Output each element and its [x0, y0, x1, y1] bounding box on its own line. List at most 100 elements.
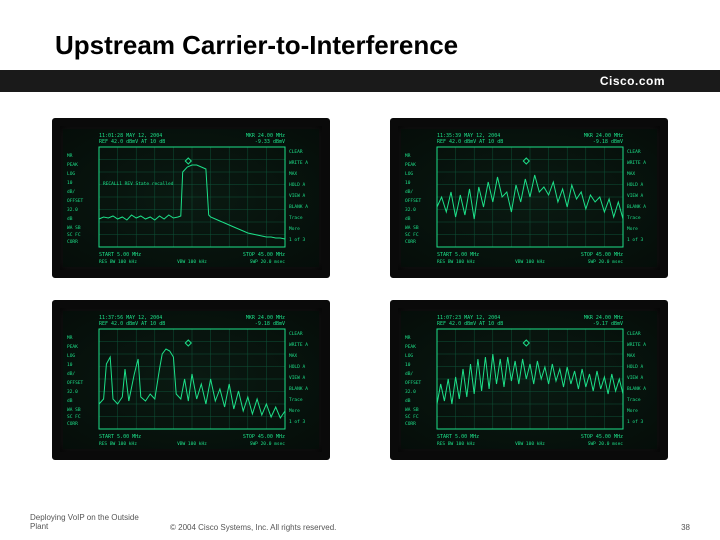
svg-text:BLANK A: BLANK A — [289, 386, 308, 392]
svg-text:LOG: LOG — [67, 171, 75, 177]
svg-text:LOG: LOG — [67, 353, 75, 359]
svg-text:MR: MR — [405, 153, 411, 159]
svg-text:VIEW A: VIEW A — [289, 193, 306, 199]
svg-text:-9.18 dBmV: -9.18 dBmV — [593, 139, 623, 145]
svg-text:SC FC: SC FC — [67, 232, 81, 238]
svg-text:VBW 100 kHz: VBW 100 kHz — [177, 441, 207, 447]
svg-text:More: More — [289, 226, 300, 232]
svg-text:-9.18 dBmV: -9.18 dBmV — [255, 321, 285, 327]
svg-text:STOP 45.00 MHz: STOP 45.00 MHz — [581, 434, 623, 440]
svg-text:VIEW A: VIEW A — [627, 375, 644, 381]
svg-text:RES BW 100 kHz: RES BW 100 kHz — [437, 441, 475, 447]
svg-text:32.0: 32.0 — [67, 389, 78, 395]
svg-text:START 5.00 MHz: START 5.00 MHz — [437, 252, 479, 258]
svg-text:dB: dB — [405, 216, 411, 222]
svg-text:START 5.00 MHz: START 5.00 MHz — [437, 434, 479, 440]
svg-text:HOLD A: HOLD A — [627, 364, 644, 370]
analyzer-screen: 11:07:23 MAY 12, 2004MKR 24.00 MHzREF 42… — [401, 311, 657, 449]
svg-text:HOLD A: HOLD A — [289, 182, 306, 188]
svg-text:OFFSET: OFFSET — [67, 198, 84, 204]
svg-text:PEAK: PEAK — [67, 162, 78, 168]
svg-text:REF 42.0 dBmV AT 10 dB: REF 42.0 dBmV AT 10 dB — [437, 321, 503, 327]
svg-text:STOP 45.00 MHz: STOP 45.00 MHz — [243, 434, 285, 440]
svg-text:VIEW A: VIEW A — [627, 193, 644, 199]
cisco-logo: Cisco.com — [600, 74, 665, 88]
svg-text:WRITE A: WRITE A — [289, 160, 308, 166]
svg-text:REF 42.0 dBmV AT 10 dB: REF 42.0 dBmV AT 10 dB — [99, 321, 165, 327]
svg-text:WRITE A: WRITE A — [627, 342, 646, 348]
analyzer-grid: 11:01:28 MAY 12, 2004MKR 24.00 MHzREF 42… — [0, 118, 720, 460]
svg-text:dB/: dB/ — [67, 189, 75, 195]
svg-text:WA SB: WA SB — [67, 407, 81, 413]
svg-text:MAX: MAX — [627, 353, 635, 359]
svg-text:STOP 45.00 MHz: STOP 45.00 MHz — [243, 252, 285, 258]
svg-text:CORR: CORR — [67, 421, 78, 427]
svg-text:10: 10 — [405, 180, 411, 186]
svg-text:-9.33 dBmV: -9.33 dBmV — [255, 139, 285, 145]
svg-text:-9.17 dBmV: -9.17 dBmV — [593, 321, 623, 327]
svg-text:VBW 100 kHz: VBW 100 kHz — [177, 259, 207, 265]
slide-footer: Deploying VoIP on the Outside Plant © 20… — [30, 513, 690, 532]
svg-text:SWP 20.0 msec: SWP 20.0 msec — [250, 259, 286, 265]
svg-text:PEAK: PEAK — [405, 162, 416, 168]
svg-text:BLANK A: BLANK A — [627, 204, 646, 210]
svg-text:OFFSET: OFFSET — [405, 380, 422, 386]
svg-text:SC FC: SC FC — [67, 414, 81, 420]
svg-text:SWP 20.0 msec: SWP 20.0 msec — [250, 441, 286, 447]
svg-text:1 of 3: 1 of 3 — [627, 419, 644, 425]
svg-text:RES BW 100 kHz: RES BW 100 kHz — [99, 441, 137, 447]
svg-text:Trace: Trace — [289, 215, 303, 221]
svg-text:CLEAR: CLEAR — [289, 149, 303, 155]
svg-text:MR: MR — [405, 335, 411, 341]
svg-text:Trace: Trace — [627, 215, 641, 221]
svg-text:10: 10 — [67, 362, 73, 368]
analyzer-screen: 11:01:28 MAY 12, 2004MKR 24.00 MHzREF 42… — [63, 129, 319, 267]
svg-text:1 of 3: 1 of 3 — [289, 419, 306, 425]
svg-text:CLEAR: CLEAR — [627, 149, 641, 155]
svg-text:WA SB: WA SB — [405, 225, 419, 231]
svg-text:dB/: dB/ — [405, 189, 413, 195]
svg-text:RES BW 100 kHz: RES BW 100 kHz — [437, 259, 475, 265]
svg-text:dB: dB — [405, 398, 411, 404]
svg-text:dB/: dB/ — [405, 371, 413, 377]
svg-text:WA SB: WA SB — [67, 225, 81, 231]
svg-text:START 5.00 MHz: START 5.00 MHz — [99, 252, 141, 258]
svg-text:SWP 20.0 msec: SWP 20.0 msec — [588, 441, 624, 447]
svg-text:BLANK A: BLANK A — [627, 386, 646, 392]
header-bar: Cisco.com — [0, 70, 720, 92]
slide-title: Upstream Carrier-to-Interference — [55, 30, 720, 61]
svg-text:1 of 3: 1 of 3 — [289, 237, 306, 243]
svg-text:WRITE A: WRITE A — [627, 160, 646, 166]
svg-text:dB: dB — [67, 398, 73, 404]
svg-text:CORR: CORR — [67, 239, 78, 245]
svg-text:LOG: LOG — [405, 353, 413, 359]
svg-text:VBW 100 kHz: VBW 100 kHz — [515, 259, 545, 265]
svg-text:32.0: 32.0 — [405, 389, 416, 395]
analyzer-screen: 11:37:56 MAY 12, 2004MKR 24.00 MHzREF 42… — [63, 311, 319, 449]
svg-text:MAX: MAX — [289, 353, 297, 359]
spectrum-analyzer-1: 11:01:28 MAY 12, 2004MKR 24.00 MHzREF 42… — [52, 118, 330, 278]
svg-text:dB: dB — [67, 216, 73, 222]
footer-left: Deploying VoIP on the Outside Plant — [30, 513, 150, 532]
svg-text:BLANK A: BLANK A — [289, 204, 308, 210]
svg-text:More: More — [289, 408, 300, 414]
svg-text:HOLD A: HOLD A — [627, 182, 644, 188]
svg-text:REF 42.0 dBmV AT 10 dB: REF 42.0 dBmV AT 10 dB — [437, 139, 503, 145]
svg-text:CLEAR: CLEAR — [627, 331, 641, 337]
svg-text:REF 42.0 dBmV AT 10 dB: REF 42.0 dBmV AT 10 dB — [99, 139, 165, 145]
svg-text:More: More — [627, 408, 638, 414]
svg-text:10: 10 — [67, 180, 73, 186]
svg-text:START 5.00 MHz: START 5.00 MHz — [99, 434, 141, 440]
svg-text:WRITE A: WRITE A — [289, 342, 308, 348]
svg-text:OFFSET: OFFSET — [67, 380, 84, 386]
svg-text:More: More — [627, 226, 638, 232]
svg-text:PEAK: PEAK — [67, 344, 78, 350]
svg-text:MAX: MAX — [289, 171, 297, 177]
svg-text:LOG: LOG — [405, 171, 413, 177]
svg-text:OFFSET: OFFSET — [405, 198, 422, 204]
svg-text:SWP 20.0 msec: SWP 20.0 msec — [588, 259, 624, 265]
svg-text:32.0: 32.0 — [405, 207, 416, 213]
svg-text:MR: MR — [67, 335, 73, 341]
spectrum-analyzer-4: 11:07:23 MAY 12, 2004MKR 24.00 MHzREF 42… — [390, 300, 668, 460]
svg-text:PEAK: PEAK — [405, 344, 416, 350]
